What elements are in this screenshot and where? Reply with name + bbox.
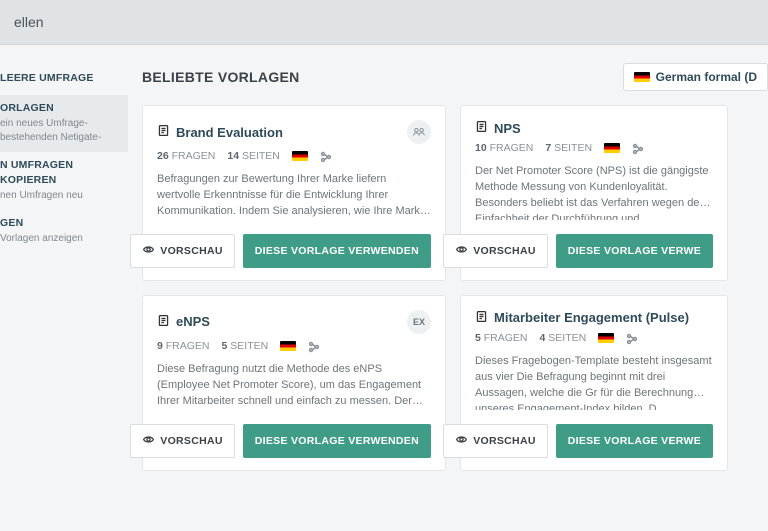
card-header: Brand Evaluation <box>157 120 431 144</box>
document-icon <box>157 124 170 140</box>
topbar-title: ellen <box>14 14 44 30</box>
use-template-button[interactable]: DIESE VORLAGE VERWENDEN <box>243 234 431 268</box>
card-description: Befragungen zur Bewertung Ihrer Marke li… <box>157 172 431 220</box>
sidebar-item-label: ORLAGEN <box>0 101 120 115</box>
card-title-wrap: Brand Evaluation <box>157 124 283 140</box>
sidebar-item-label: N UMFRAGEN KOPIEREN <box>0 158 120 186</box>
seiten-count: 14 SEITEN <box>227 150 280 162</box>
card-title-wrap: Mitarbeiter Engagement (Pulse) <box>475 310 689 326</box>
template-card: NPS 10 FRAGEN 7 SEITEN Der Net Promoter Sco… <box>460 105 728 281</box>
card-header: NPS <box>475 120 713 136</box>
section-title: BELIEBTE VORLAGEN <box>142 69 300 85</box>
use-template-button[interactable]: DIESE VORLAGE VERWE <box>556 234 713 268</box>
use-template-button[interactable]: DIESE VORLAGE VERWENDEN <box>243 424 431 458</box>
card-title: NPS <box>494 121 521 136</box>
language-selector[interactable]: German formal (D <box>623 63 768 91</box>
card-title-wrap: NPS <box>475 120 521 136</box>
preview-label: VORSCHAU <box>160 435 223 447</box>
flag-de-icon <box>634 72 650 82</box>
branch-icon <box>320 151 330 161</box>
use-template-label: DIESE VORLAGE VERWENDEN <box>255 245 419 257</box>
preview-button[interactable]: VORSCHAU <box>443 424 548 458</box>
use-template-label: DIESE VORLAGE VERWENDEN <box>255 435 419 447</box>
card-meta: 26 FRAGEN 14 SEITEN <box>157 150 431 162</box>
sidebar-item-label: LEERE UMFRAGE <box>0 71 120 85</box>
preview-button[interactable]: VORSCHAU <box>443 234 548 268</box>
layout: LEERE UMFRAGE ORLAGEN ein neues Umfrage-… <box>0 45 768 471</box>
preview-label: VORSCHAU <box>160 245 223 257</box>
card-meta: 9 FRAGEN 5 SEITEN <box>157 340 431 352</box>
card-title: Brand Evaluation <box>176 125 283 140</box>
sidebar-item-copy-survey[interactable]: N UMFRAGEN KOPIEREN nen Umfragen neu <box>0 152 128 210</box>
sidebar-item-more-templates[interactable]: GEN Vorlagen anzeigen <box>0 210 128 254</box>
branch-icon <box>626 333 636 343</box>
preview-label: VORSCHAU <box>473 245 536 257</box>
fragen-count: 10 FRAGEN <box>475 142 533 154</box>
header-row: BELIEBTE VORLAGEN German formal (D <box>142 63 768 91</box>
seiten-count: 4 SEITEN <box>540 332 587 344</box>
flag-de-icon <box>292 151 308 161</box>
card-meta: 10 FRAGEN 7 SEITEN <box>475 142 713 154</box>
branch-icon <box>308 341 318 351</box>
sidebar-item-sub: Vorlagen anzeigen <box>0 232 120 246</box>
sidebar: LEERE UMFRAGE ORLAGEN ein neues Umfrage-… <box>0 45 128 471</box>
template-grid: Brand Evaluation 26 FRAGEN 14 SEITEN Befrag… <box>142 105 768 471</box>
card-header: eNPS EX <box>157 310 431 334</box>
use-template-label: DIESE VORLAGE VERWE <box>568 435 701 447</box>
ex-badge: EX <box>407 310 431 334</box>
language-label: German formal (D <box>656 70 757 84</box>
card-title-wrap: eNPS <box>157 314 210 330</box>
preview-button[interactable]: VORSCHAU <box>130 234 235 268</box>
preview-label: VORSCHAU <box>473 435 536 447</box>
card-title: Mitarbeiter Engagement (Pulse) <box>494 310 689 325</box>
card-header: Mitarbeiter Engagement (Pulse) <box>475 310 713 326</box>
card-description: Der Net Promoter Score (NPS) ist die gän… <box>475 164 713 220</box>
card-title: eNPS <box>176 314 210 329</box>
card-actions: VORSCHAU DIESE VORLAGE VERWE <box>475 424 713 458</box>
main-content: BELIEBTE VORLAGEN German formal (D Brand… <box>128 45 768 471</box>
flag-de-icon <box>280 341 296 351</box>
topbar: ellen <box>0 0 768 45</box>
eye-icon <box>142 433 155 449</box>
seiten-count: 7 SEITEN <box>545 142 592 154</box>
sidebar-item-empty-survey[interactable]: LEERE UMFRAGE <box>0 65 128 95</box>
fragen-count: 9 FRAGEN <box>157 340 210 352</box>
sidebar-item-templates[interactable]: ORLAGEN ein neues Umfrage- bestehenden N… <box>0 95 128 152</box>
card-actions: VORSCHAU DIESE VORLAGE VERWENDEN <box>157 424 431 458</box>
eye-icon <box>455 243 468 259</box>
fragen-count: 5 FRAGEN <box>475 332 528 344</box>
template-card: Mitarbeiter Engagement (Pulse) 5 FRAGEN 4 … <box>460 295 728 471</box>
fragen-count: 26 FRAGEN <box>157 150 215 162</box>
preview-button[interactable]: VORSCHAU <box>130 424 235 458</box>
flag-de-icon <box>598 333 614 343</box>
sidebar-item-sub: ein neues Umfrage- bestehenden Netigate- <box>0 117 120 144</box>
use-template-label: DIESE VORLAGE VERWE <box>568 245 701 257</box>
people-badge-icon <box>407 120 431 144</box>
eye-icon <box>455 433 468 449</box>
sidebar-item-label: GEN <box>0 216 120 230</box>
card-description: Dieses Fragebogen-Template besteht insge… <box>475 354 713 410</box>
card-meta: 5 FRAGEN 4 SEITEN <box>475 332 713 344</box>
seiten-count: 5 SEITEN <box>222 340 269 352</box>
flag-de-icon <box>604 143 620 153</box>
branch-icon <box>632 143 642 153</box>
card-actions: VORSCHAU DIESE VORLAGE VERWE <box>475 234 713 268</box>
document-icon <box>475 120 488 136</box>
template-card: Brand Evaluation 26 FRAGEN 14 SEITEN Befrag… <box>142 105 446 281</box>
use-template-button[interactable]: DIESE VORLAGE VERWE <box>556 424 713 458</box>
sidebar-item-sub: nen Umfragen neu <box>0 189 120 203</box>
card-description: Diese Befragung nutzt die Methode des eN… <box>157 362 431 410</box>
document-icon <box>475 310 488 326</box>
eye-icon <box>142 243 155 259</box>
document-icon <box>157 314 170 330</box>
card-actions: VORSCHAU DIESE VORLAGE VERWENDEN <box>157 234 431 268</box>
template-card: eNPS EX 9 FRAGEN 5 SEITEN Diese Befragung nu… <box>142 295 446 471</box>
